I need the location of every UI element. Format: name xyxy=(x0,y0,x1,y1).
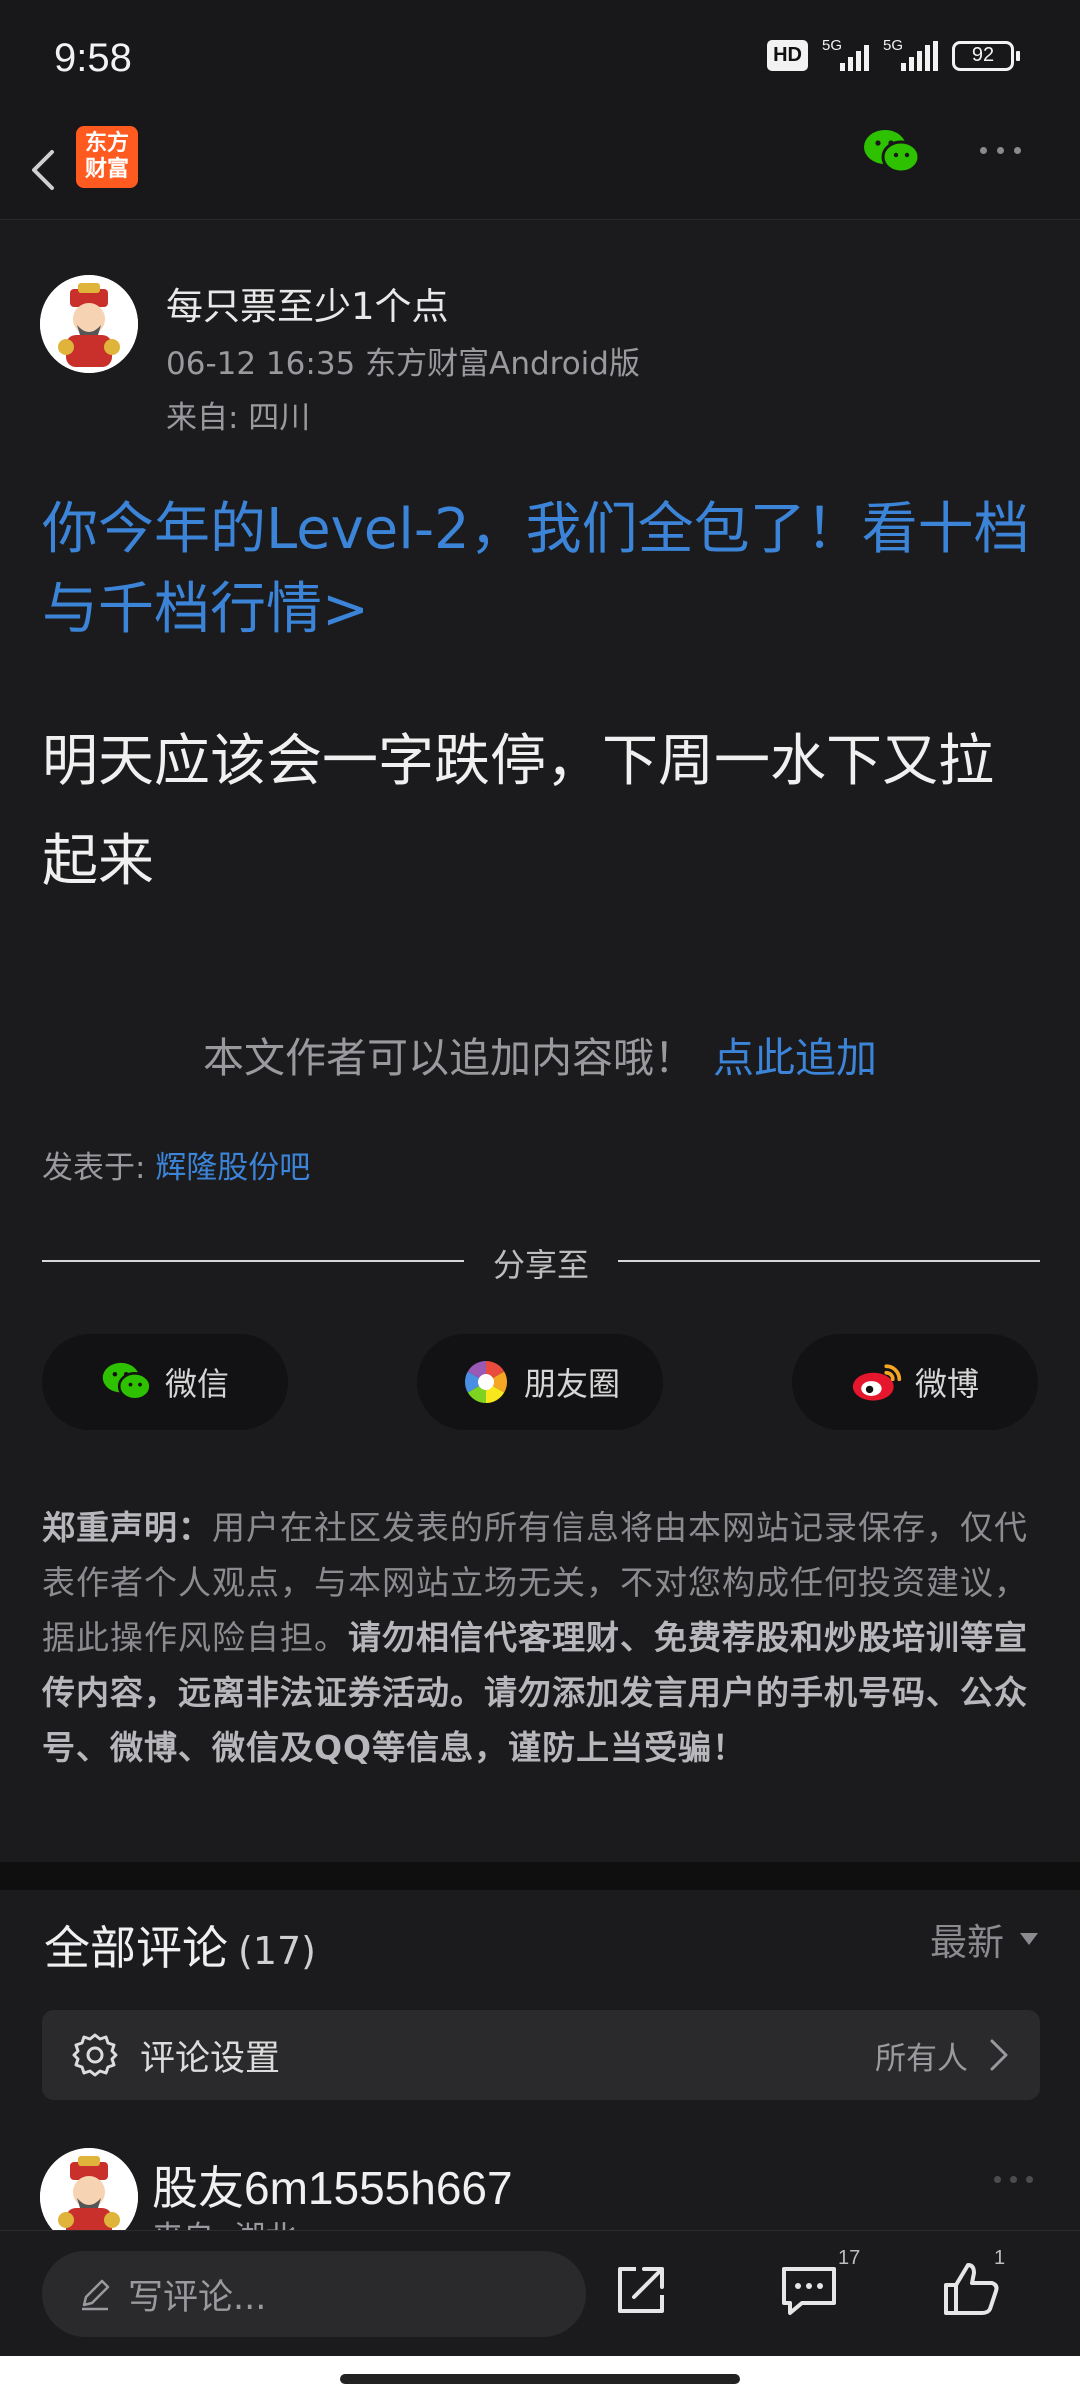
disclaimer-title: 郑重声明： xyxy=(42,1508,212,1547)
caishen-avatar-icon xyxy=(40,275,138,373)
status-bar: 9:58 HD 5G 5G 92 xyxy=(0,0,1080,120)
stock-bar-link[interactable]: 辉隆股份吧 xyxy=(155,1150,310,1186)
append-row: 本文作者可以追加内容哦！ 点此追加 xyxy=(0,1024,1080,1084)
author-avatar[interactable] xyxy=(40,275,138,373)
share-moments-label: 朋友圈 xyxy=(523,1365,620,1403)
comments-title: 全部评论 (17) xyxy=(44,1912,316,1978)
comment-bubble-icon[interactable] xyxy=(778,2259,840,2321)
write-comment-placeholder: 写评论... xyxy=(128,2277,267,2318)
share-wechat-label: 微信 xyxy=(164,1365,229,1403)
wechat-icon xyxy=(102,1362,152,1401)
more-horizontal-icon[interactable] xyxy=(980,138,1036,162)
share-weibo-button[interactable]: 微博 xyxy=(792,1334,1038,1430)
weibo-icon xyxy=(852,1364,902,1401)
level2-promo-link[interactable]: 你今年的Level-2，我们全包了！看十档与千档行情> xyxy=(42,490,1042,650)
status-icons: HD 5G 5G 92 xyxy=(767,37,1020,71)
comment-settings-label: 评论设置 xyxy=(140,2038,281,2079)
wechat-icon[interactable] xyxy=(862,126,922,178)
commenter-name[interactable]: 股友6m1555h667 xyxy=(152,2152,513,2218)
posted-in: 发表于: 辉隆股份吧 xyxy=(42,1142,310,1187)
append-link[interactable]: 点此追加 xyxy=(713,1034,877,1082)
write-comment-input[interactable]: 写评论... xyxy=(42,2251,586,2337)
signal-icon: 5G xyxy=(883,37,938,71)
comments-title-label: 全部评论 xyxy=(44,1921,228,1975)
post-meta: 06-12 16:35 东方财富Android版 xyxy=(166,346,640,382)
like-count-badge: 1 xyxy=(994,2247,1006,2269)
share-weibo-label: 微博 xyxy=(914,1365,979,1403)
moments-icon xyxy=(464,1361,507,1403)
comment-settings-row[interactable]: 评论设置 所有人 xyxy=(42,2010,1040,2100)
home-indicator[interactable] xyxy=(340,2374,740,2384)
comment-count-badge: 17 xyxy=(838,2247,861,2269)
share-out-icon[interactable] xyxy=(610,2259,672,2321)
gear-icon xyxy=(72,2033,118,2077)
post-body: 明天应该会一字跌停，下周一水下又拉起来 xyxy=(42,729,994,894)
app-logo[interactable]: 东方 财富 xyxy=(76,126,138,188)
share-moments-button[interactable]: 朋友圈 xyxy=(417,1334,663,1430)
chevron-right-icon xyxy=(990,2039,1008,2071)
comment-sort-dropdown[interactable]: 最新 xyxy=(930,1912,1038,1966)
share-divider: 分享至 xyxy=(42,1240,1040,1284)
battery-icon: 92 xyxy=(952,40,1020,71)
comments-count: (17) xyxy=(238,1929,317,1973)
hd-badge: HD xyxy=(767,40,808,71)
thumbs-up-icon[interactable] xyxy=(940,2259,1002,2321)
pencil-icon xyxy=(82,2279,110,2311)
chevron-left-icon[interactable] xyxy=(20,146,68,194)
signal-icon: 5G xyxy=(822,37,869,71)
network-type: 5G xyxy=(883,36,904,54)
posted-in-label: 发表于: xyxy=(42,1150,156,1186)
more-horizontal-icon[interactable] xyxy=(994,2176,1033,2183)
comment-settings-value: 所有人 xyxy=(875,2040,968,2077)
bottom-action-bar: 写评论... 17 1 xyxy=(0,2230,1080,2356)
post-location: 来自: 四川 xyxy=(166,400,311,436)
network-type: 5G xyxy=(822,36,843,54)
sort-label: 最新 xyxy=(930,1921,1004,1964)
author-name[interactable]: 每只票至少1个点 xyxy=(166,276,449,330)
status-time: 9:58 xyxy=(54,36,132,80)
battery-level: 92 xyxy=(952,40,1014,71)
caret-down-icon xyxy=(1020,1933,1038,1945)
section-separator xyxy=(0,1862,1080,1890)
share-wechat-button[interactable]: 微信 xyxy=(42,1334,288,1430)
disclaimer: 郑重声明：用户在社区发表的所有信息将由本网站记录保存，仅代表作者个人观点，与本网… xyxy=(42,1500,1040,1775)
append-hint: 本文作者可以追加内容哦！ xyxy=(203,1034,695,1082)
share-label: 分享至 xyxy=(492,1246,589,1284)
